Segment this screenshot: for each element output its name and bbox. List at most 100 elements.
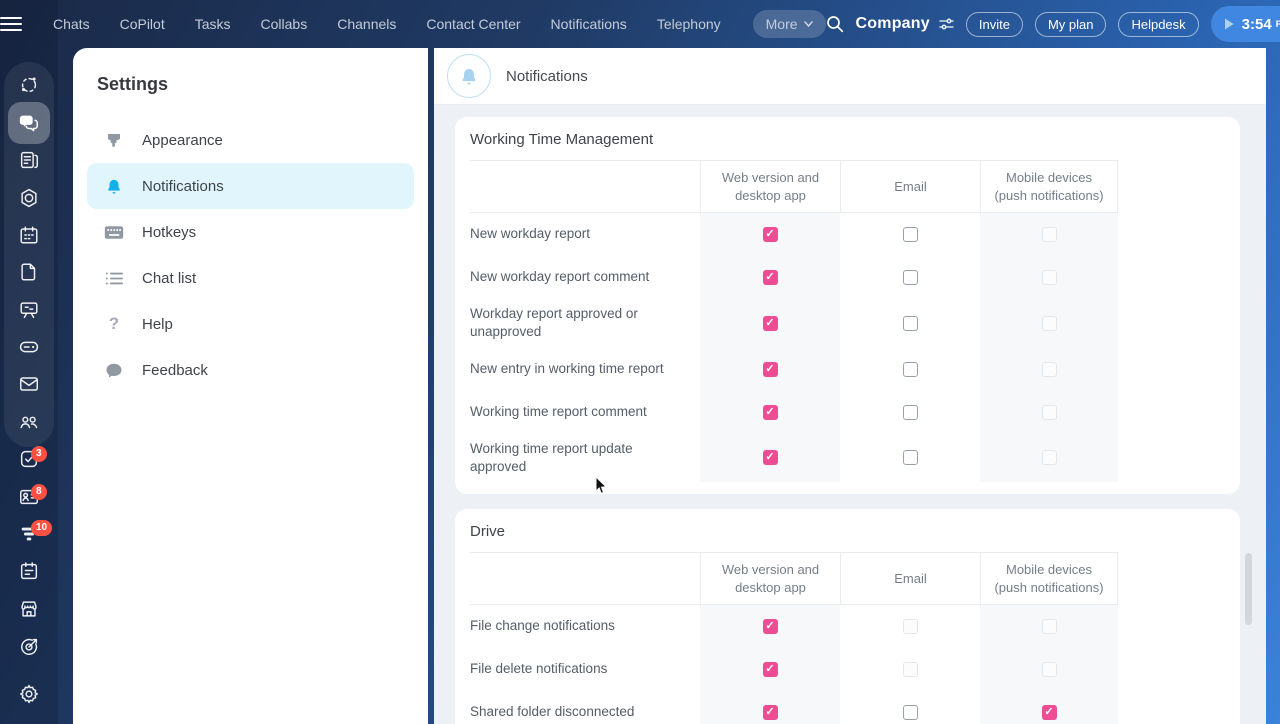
settings-item-label: Appearance [142,131,223,149]
more-button[interactable]: More [752,10,826,38]
drive-icon[interactable] [18,336,40,358]
checkbox-mobile [1041,227,1057,243]
settings-item-label: Notifications [142,177,224,195]
checkbox-cell [840,348,980,391]
time-tracker-button[interactable]: 3:54 PM [1210,6,1280,42]
checkbox-web[interactable] [762,361,778,377]
search-icon[interactable] [826,15,844,33]
company-selector[interactable]: Company [856,15,954,33]
checkbox-cell [980,648,1118,692]
checkbox-email[interactable] [902,361,918,377]
checkbox-email[interactable] [902,450,918,466]
nav-telephony[interactable]: Telephony [657,16,721,32]
hexagon-ring-icon[interactable] [18,187,40,209]
question-icon: ? [108,314,120,333]
checkbox-web[interactable] [762,227,778,243]
people-icon[interactable] [18,411,40,433]
checkbox-web[interactable] [762,404,778,420]
checkbox-web[interactable] [762,619,778,635]
checkbox-email [902,619,918,635]
checkbox-mobile[interactable] [1041,705,1057,721]
feed-icon[interactable] [18,149,40,171]
helpdesk-button[interactable]: Helpdesk [1118,11,1199,37]
nav-contact-center[interactable]: Contact Center [426,16,520,32]
table-row: Shared folder disconnected [470,691,1118,724]
checkbox-cell [840,256,980,299]
checkbox-web[interactable] [762,315,778,331]
checkbox-web[interactable] [762,662,778,678]
row-label: Working time report comment [470,403,647,419]
checkbox-cell [980,299,1118,348]
sliders-icon [939,18,954,30]
settings-item-help[interactable]: ? Help [87,301,414,347]
document-icon[interactable] [18,261,40,283]
checkbox-web[interactable] [762,450,778,466]
table-body: New workday report New workday report com… [470,213,1118,482]
checkbox-email [902,662,918,678]
checkbox-email[interactable] [902,270,918,286]
whiteboard-icon[interactable] [18,299,40,321]
mail-icon[interactable] [18,373,40,395]
scrollbar-thumb[interactable] [1245,553,1252,625]
checkbox-web[interactable] [762,705,778,721]
checkbox-cell [840,691,980,724]
list-icon [104,271,124,286]
column-header: Web version and desktop app [700,161,840,213]
table-row: File change notifications [470,605,1118,649]
notification-settings-scroll-area: Working Time Management Web version and … [434,105,1266,724]
copilot-icon[interactable] [18,74,40,96]
checkbox-email[interactable] [902,315,918,331]
settings-item-appearance[interactable]: Appearance [87,117,414,163]
table-row: New entry in working time report [470,347,1118,391]
settings-item-feedback[interactable]: Feedback [87,347,414,393]
invite-button[interactable]: Invite [965,11,1023,37]
checkbox-web[interactable] [762,270,778,286]
checkbox-mobile [1041,404,1057,420]
chats-icon[interactable] [18,112,40,134]
checkbox-email[interactable] [902,705,918,721]
calendar-icon[interactable] [18,224,40,246]
table-body: File change notifications File delete not… [470,605,1118,724]
settings-item-chat-list[interactable]: Chat list [87,255,414,301]
section-title: Working Time Management [470,131,654,148]
checkbox-email[interactable] [902,404,918,420]
section-title: Drive [470,522,506,540]
checkbox-cell [980,347,1118,391]
checkbox-mobile [1041,270,1057,286]
column-header: Web version and desktop app [700,552,840,605]
target-icon[interactable] [18,636,40,658]
table-row: Workday report approved or unapproved [470,299,1118,348]
checkbox-mobile [1041,619,1057,635]
checkbox-email[interactable] [902,227,918,243]
my-plan-button[interactable]: My plan [1034,11,1107,37]
hamburger-menu-icon[interactable] [0,16,22,32]
bell-icon [104,177,124,196]
market-icon[interactable] [18,598,40,620]
row-label: File delete notifications [470,661,608,677]
checkbox-cell [700,347,840,391]
checkbox-cell [980,605,1118,649]
column-header: Email [840,552,980,605]
nav-copilot[interactable]: CoPilot [120,16,165,32]
planner-icon[interactable] [18,560,40,582]
settings-item-label: Hotkeys [142,223,197,241]
checkbox-cell [840,213,980,256]
settings-gear-icon[interactable] [18,683,40,705]
checkbox-cell [980,213,1118,257]
nav-collabs[interactable]: Collabs [261,16,308,32]
nav-tasks[interactable]: Tasks [195,16,231,32]
funnel-badge: 10 [31,520,53,536]
settings-item-notifications[interactable]: Notifications [87,163,414,209]
checkbox-mobile [1041,662,1057,678]
row-label: Working time report update approved [470,440,633,474]
top-navigation: Chats CoPilot Tasks Collabs Channels Con… [53,10,826,38]
nav-notifications[interactable]: Notifications [551,16,627,32]
nav-chats[interactable]: Chats [53,16,90,32]
settings-panel-title: Settings [97,74,169,94]
nav-channels[interactable]: Channels [337,16,396,32]
settings-item-hotkeys[interactable]: Hotkeys [87,209,414,255]
settings-menu: Appearance Notifications Hotkeys Chat li… [73,117,428,393]
checkbox-cell [700,390,840,434]
row-label: New workday report [470,226,591,242]
table-row: New workday report comment [470,256,1118,300]
